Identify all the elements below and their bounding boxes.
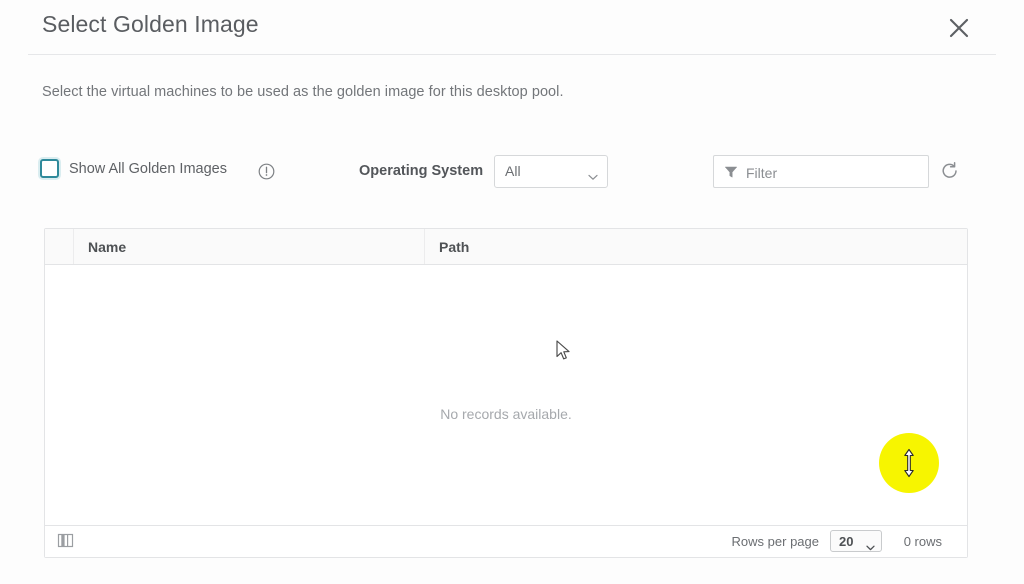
table-header-name[interactable]: Name — [74, 229, 425, 264]
columns-icon — [57, 533, 74, 548]
rows-per-page-value: 20 — [839, 534, 854, 549]
vertical-resize-cursor-icon — [904, 448, 914, 478]
funnel-icon — [724, 165, 738, 179]
click-highlight — [879, 433, 939, 493]
table-header-path-label: Path — [439, 239, 470, 255]
show-all-golden-images-checkbox[interactable]: Show All Golden Images — [40, 159, 227, 178]
page-title: Select Golden Image — [42, 11, 259, 37]
close-icon — [949, 18, 969, 38]
column-settings-button[interactable] — [57, 532, 74, 549]
chevron-down-icon — [588, 168, 598, 186]
rows-per-page-select[interactable]: 20 — [830, 530, 882, 552]
show-all-golden-images-label: Show All Golden Images — [69, 160, 227, 177]
info-tooltip-button[interactable] — [258, 163, 275, 180]
table-body: No records available. — [45, 265, 967, 526]
header-divider — [28, 54, 996, 55]
golden-image-table: Name Path No records available. Rows per… — [44, 228, 968, 558]
dialog-header: Select Golden Image — [0, 0, 1024, 55]
filter-toolbar: Show All Golden Images Operating System … — [0, 155, 1024, 201]
rows-per-page-label: Rows per page — [731, 534, 819, 549]
select-golden-image-dialog: Select Golden Image Select the virtual m… — [0, 0, 1024, 584]
filter-field[interactable] — [713, 155, 929, 189]
chevron-down-icon — [866, 538, 875, 556]
table-header-select-column — [45, 229, 74, 264]
table-footer: Rows per page 20 0 rows — [45, 525, 967, 557]
checkbox-box-icon — [40, 159, 59, 178]
refresh-icon — [942, 161, 957, 178]
empty-state-message: No records available. — [440, 406, 572, 422]
dialog-description: Select the virtual machines to be used a… — [42, 84, 564, 100]
table-header-path[interactable]: Path — [425, 229, 967, 264]
refresh-button[interactable] — [940, 161, 960, 181]
info-circle-icon — [258, 163, 275, 180]
operating-system-selected-value: All — [505, 163, 521, 179]
row-count-label: 0 rows — [903, 534, 942, 549]
operating-system-select[interactable]: All — [494, 155, 608, 188]
filter-input[interactable] — [744, 156, 926, 189]
close-button[interactable] — [944, 13, 974, 43]
operating-system-label: Operating System — [359, 163, 484, 179]
table-header-row: Name Path — [45, 229, 967, 265]
table-header-name-label: Name — [88, 239, 127, 255]
